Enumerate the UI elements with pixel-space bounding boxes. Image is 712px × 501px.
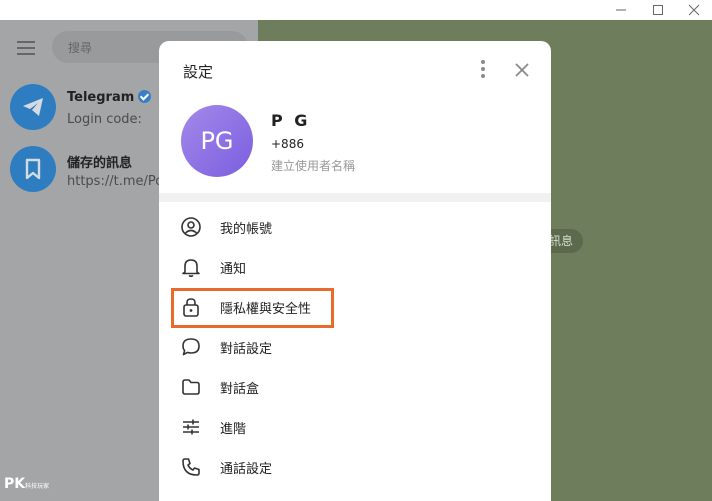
settings-dialog: 設定 PG P G +886 建立使用者名稱 我的帳號 通知 隱私權與安全性 對… — [159, 41, 551, 501]
chat-bubble-icon — [182, 338, 200, 356]
bookmark-icon — [10, 146, 56, 192]
menu-item-label: 我的帳號 — [220, 222, 273, 237]
hamburger-menu-icon[interactable] — [17, 41, 35, 59]
menu-item-label: 對話設定 — [220, 342, 273, 357]
menu-item-folders[interactable]: 對話盒 — [159, 367, 551, 407]
section-divider — [159, 193, 551, 202]
username-link[interactable]: 建立使用者名稱 — [271, 157, 355, 174]
chat-preview: Login code: — [67, 112, 142, 127]
profile-phone: +886 — [271, 137, 304, 151]
avatar[interactable]: PG — [181, 105, 253, 177]
menu-item-label: 通話設定 — [220, 462, 273, 477]
folder-icon — [182, 379, 200, 395]
sliders-icon — [183, 419, 199, 435]
verified-badge-icon — [138, 90, 152, 103]
menu-item-advanced[interactable]: 進階 — [159, 407, 551, 447]
bell-icon — [182, 259, 200, 278]
dialog-title: 設定 — [183, 63, 214, 81]
menu-item-my-account[interactable]: 我的帳號 — [159, 207, 551, 247]
menu-item-label: 進階 — [220, 422, 247, 437]
close-icon[interactable] — [511, 59, 533, 81]
user-circle-icon — [181, 217, 201, 237]
phone-icon — [182, 458, 200, 476]
telegram-plane-icon — [10, 84, 56, 130]
menu-item-label: 通知 — [220, 262, 247, 277]
menu-item-label: 對話盒 — [220, 382, 260, 397]
watermark-logo: PK科技玩家 — [4, 476, 50, 492]
menu-item-chat-settings[interactable]: 對話設定 — [159, 327, 551, 367]
title-bar — [0, 0, 712, 20]
more-options-icon[interactable] — [473, 57, 493, 81]
minimize-icon[interactable] — [605, 0, 637, 20]
window-close-icon[interactable] — [678, 0, 710, 20]
highlight-box — [171, 288, 334, 328]
menu-item-notifications[interactable]: 通知 — [159, 247, 551, 287]
maximize-icon[interactable] — [642, 0, 674, 20]
search-placeholder: 搜尋 — [68, 41, 93, 55]
chat-name: Telegram — [67, 90, 152, 105]
menu-item-call-settings[interactable]: 通話設定 — [159, 447, 551, 487]
chat-name: 儲存的訊息 — [67, 156, 133, 171]
profile-name: P G — [271, 111, 311, 130]
chat-preview: https://t.me/Po — [67, 174, 164, 189]
